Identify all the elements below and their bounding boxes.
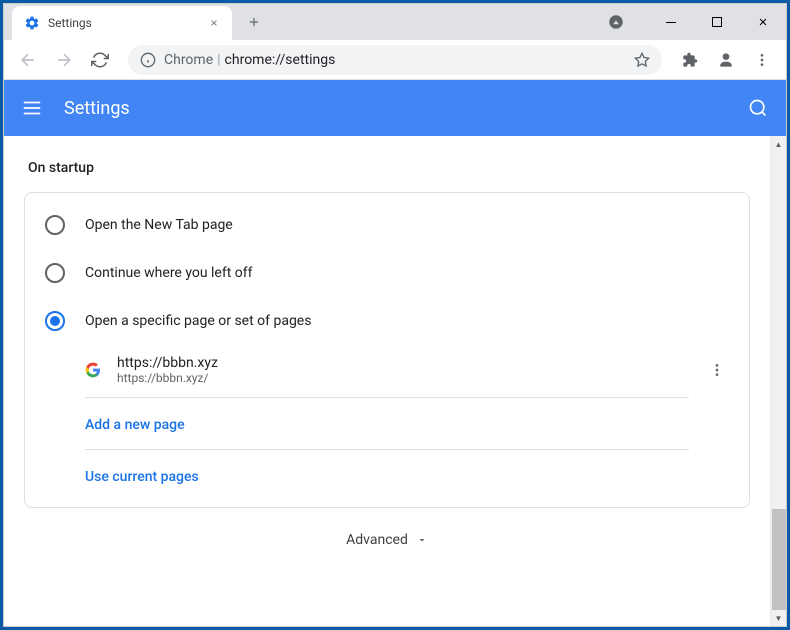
advanced-label: Advanced — [346, 532, 408, 548]
section-title: On startup — [28, 160, 750, 176]
option-specific-pages[interactable]: Open a specific page or set of pages — [25, 297, 749, 345]
startup-page-row: https://bbbn.xyz https://bbbn.xyz/ — [25, 345, 749, 395]
radio-icon — [45, 263, 65, 283]
option-label: Open a specific page or set of pages — [85, 313, 311, 329]
divider — [85, 397, 689, 398]
tab-title: Settings — [48, 16, 198, 30]
browser-tab[interactable]: Settings — [12, 6, 232, 40]
incognito-badge-icon — [604, 10, 628, 34]
divider — [85, 449, 689, 450]
reload-button[interactable] — [84, 44, 116, 76]
back-button[interactable] — [12, 44, 44, 76]
option-new-tab[interactable]: Open the New Tab page — [25, 201, 749, 249]
site-info-icon[interactable] — [140, 52, 156, 68]
settings-header: Settings — [4, 80, 786, 136]
radio-icon — [45, 215, 65, 235]
page-title: Settings — [64, 98, 726, 119]
settings-content: On startup Open the New Tab page Continu… — [4, 136, 770, 626]
chevron-down-icon — [416, 534, 428, 546]
close-icon[interactable] — [206, 15, 222, 31]
option-label: Continue where you left off — [85, 265, 253, 281]
scrollbar[interactable]: ▲ ▼ — [770, 136, 786, 626]
scroll-up-icon[interactable]: ▲ — [771, 136, 787, 152]
scroll-thumb[interactable] — [772, 509, 786, 610]
gear-icon — [24, 15, 40, 31]
advanced-toggle[interactable]: Advanced — [24, 508, 750, 572]
use-current-link[interactable]: Use current pages — [85, 469, 199, 485]
hamburger-menu-icon[interactable] — [20, 96, 44, 120]
menu-icon[interactable] — [746, 44, 778, 76]
address-text: Chrome | chrome://settings — [164, 52, 335, 68]
startup-card: Open the New Tab page Continue where you… — [24, 192, 750, 508]
minimize-button[interactable] — [648, 4, 694, 40]
address-bar[interactable]: Chrome | chrome://settings — [128, 45, 662, 75]
search-icon[interactable] — [746, 96, 770, 120]
maximize-button[interactable] — [694, 4, 740, 40]
new-tab-button[interactable] — [240, 8, 268, 36]
scroll-down-icon[interactable]: ▼ — [771, 610, 787, 626]
star-icon[interactable] — [634, 52, 650, 68]
radio-icon — [45, 311, 65, 331]
window-titlebar: Settings — [4, 4, 786, 40]
option-label: Open the New Tab page — [85, 217, 233, 233]
add-page-link[interactable]: Add a new page — [85, 417, 185, 433]
page-entry-url: https://bbbn.xyz/ — [117, 371, 689, 385]
option-continue[interactable]: Continue where you left off — [25, 249, 749, 297]
more-actions-icon[interactable] — [705, 358, 729, 382]
profile-icon[interactable] — [710, 44, 742, 76]
google-favicon-icon — [85, 362, 101, 378]
extensions-icon[interactable] — [674, 44, 706, 76]
forward-button[interactable] — [48, 44, 80, 76]
close-window-button[interactable] — [740, 4, 786, 40]
page-entry-title: https://bbbn.xyz — [117, 355, 689, 371]
browser-toolbar: Chrome | chrome://settings — [4, 40, 786, 80]
